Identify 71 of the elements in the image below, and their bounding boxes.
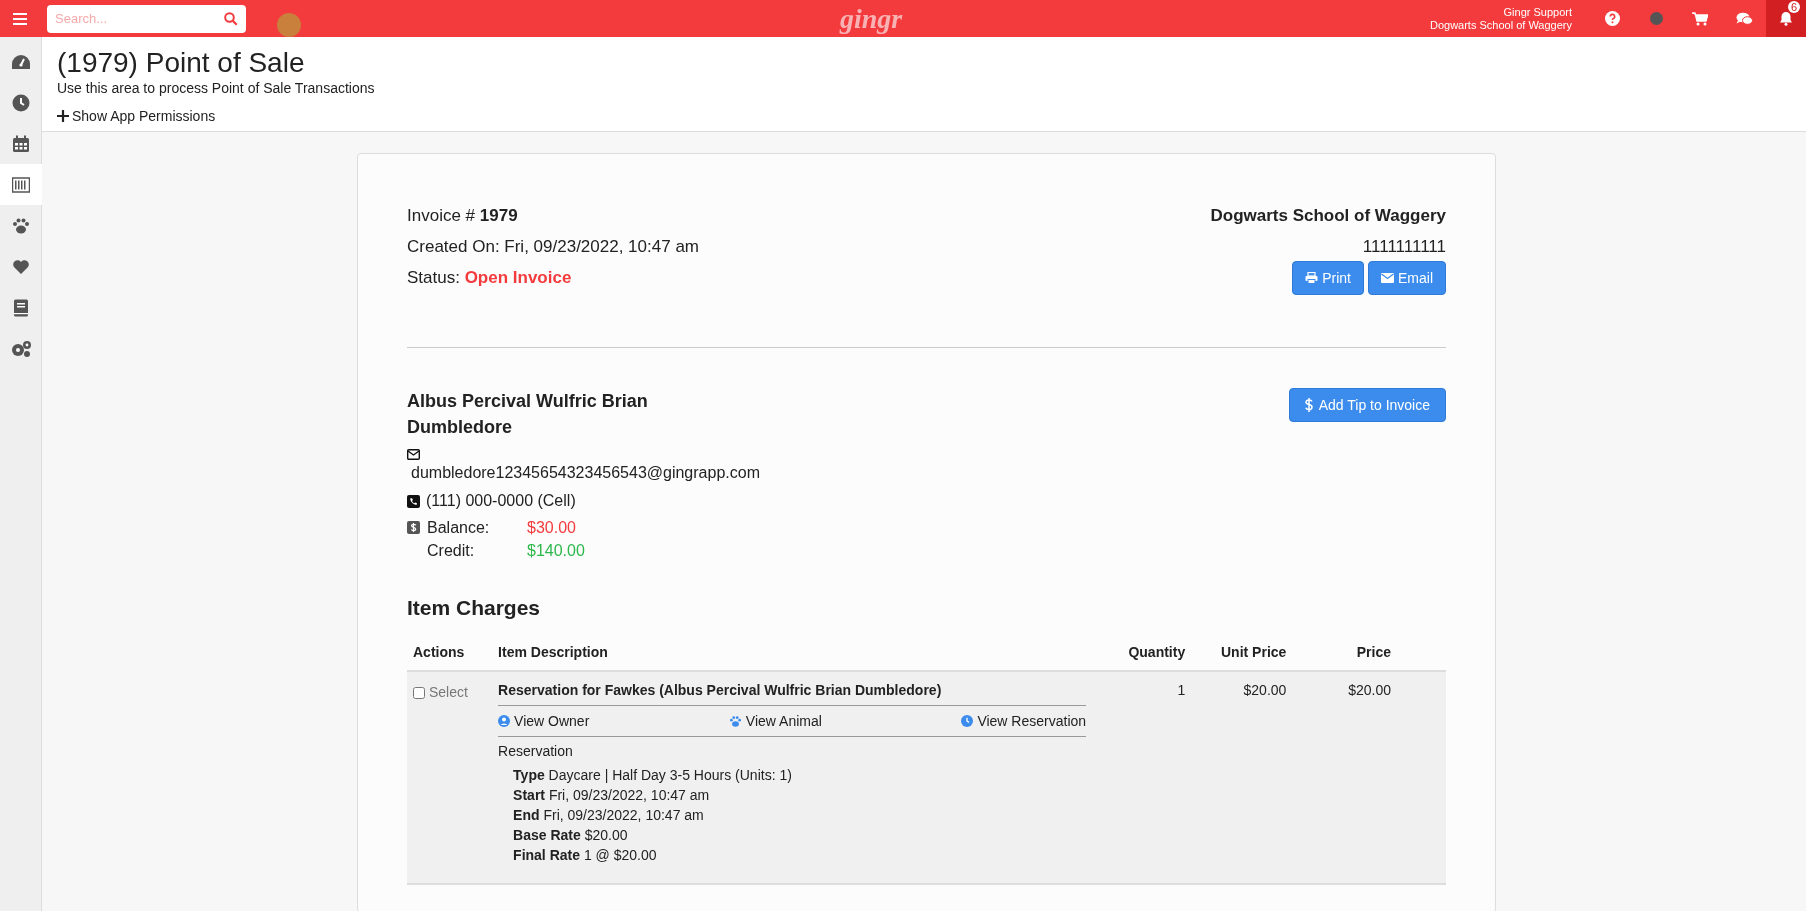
column-header: Unit Price (1189, 635, 1291, 671)
column-header: Quantity (1086, 635, 1190, 671)
credit-label: Credit: (427, 541, 476, 561)
business-phone: 1111111111 (1362, 236, 1446, 258)
print-button[interactable]: Print (1292, 261, 1364, 295)
notification-count: 6 (1787, 1, 1800, 13)
printer-icon (1305, 272, 1319, 284)
reservation-detail: Start Fri, 09/23/2022, 10:47 am (513, 786, 711, 805)
customer-phone: (111) 000-0000 (Cell) (426, 491, 576, 511)
email-button[interactable]: Email (1368, 261, 1446, 295)
business-name: Dogwarts School of Waggery (1210, 205, 1446, 227)
column-header: Actions (407, 635, 499, 671)
user-name: Gingr Support (1503, 5, 1572, 19)
reservation-heading: Reservation (498, 742, 574, 761)
customer-email: dumbledore12345654323456543@gingrapp.com (411, 463, 760, 483)
add-tip-button[interactable]: Add Tip to Invoice (1288, 388, 1446, 422)
view-animal-link[interactable]: View Animal (728, 712, 822, 730)
barcode-icon (12, 176, 30, 193)
phone-icon (407, 494, 420, 508)
dashboard-icon (11, 53, 31, 70)
quantity-cell: 1 (1086, 671, 1190, 884)
bell-icon (1779, 11, 1793, 26)
paw-icon (728, 715, 742, 727)
view-reservation-link[interactable]: View Reservation (961, 712, 1087, 730)
reservation-detail: Final Rate 1 @ $20.00 (513, 846, 658, 865)
cart-icon (1692, 11, 1708, 26)
select-checkbox[interactable] (413, 686, 425, 699)
customer-name: Albus Percival Wulfric Brian Dumbledore (407, 390, 649, 439)
reservation-detail: Base Rate $20.00 (513, 826, 629, 845)
envelope-icon (1381, 273, 1394, 283)
view-owner-link[interactable]: View Owner (498, 712, 590, 730)
sidebar-item[interactable] (0, 164, 42, 205)
column-header: Item Description (498, 635, 1087, 671)
search-field[interactable]: Search... (47, 4, 246, 33)
help-icon (1604, 11, 1620, 26)
envelope-icon (407, 449, 420, 460)
clock-icon (961, 715, 974, 727)
invoice-status: Status: Open Invoice (407, 267, 573, 289)
clock-icon (12, 93, 30, 112)
heart-icon (12, 258, 30, 275)
section-title: Item Charges (407, 595, 542, 621)
search-icon (224, 11, 238, 26)
balance-label: Balance: (427, 518, 491, 538)
fox-avatar (277, 12, 301, 37)
paw-icon (12, 217, 30, 234)
reservation-detail: End Fri, 09/23/2022, 10:47 am (513, 806, 705, 825)
page-title: (1979) Point of Sale (57, 47, 306, 79)
select-label[interactable]: Select (429, 682, 468, 703)
show-permissions-link[interactable]: Show App Permissions (57, 107, 216, 125)
column-header: Price (1290, 635, 1446, 671)
reservation-detail: Type Daycare | Half Day 3-5 Hours (Units: 1) (513, 766, 793, 785)
dollar-icon (1304, 398, 1313, 412)
item-description: Reservation for Fawkes (Albus Percival Wulfric Brian Dumbledore) (498, 680, 1087, 706)
company-name: Dogwarts School of Waggery (1429, 18, 1572, 32)
notifications-button[interactable]: 6 (1766, 0, 1806, 37)
dollar-icon (407, 521, 420, 534)
plus-icon (57, 110, 69, 122)
page-subtitle: Use this area to process Point of Sale Transactions (57, 79, 376, 97)
status-dot-icon (1649, 12, 1663, 25)
gears-icon (10, 339, 32, 358)
price-cell: $20.00 (1290, 671, 1446, 884)
unit-price-cell: $20.00 (1189, 671, 1291, 884)
book-icon (13, 298, 29, 317)
balance-value: $30.00 (527, 518, 577, 538)
calendar-icon (12, 134, 30, 153)
created-date: Created On: Fri, 09/23/2022, 10:47 am (407, 236, 699, 258)
menu-icon (13, 12, 27, 25)
user-circle-icon (498, 715, 511, 727)
credit-value: $140.00 (527, 541, 586, 561)
invoice-number: Invoice # 1979 (407, 205, 519, 227)
chat-icon (1735, 11, 1753, 26)
